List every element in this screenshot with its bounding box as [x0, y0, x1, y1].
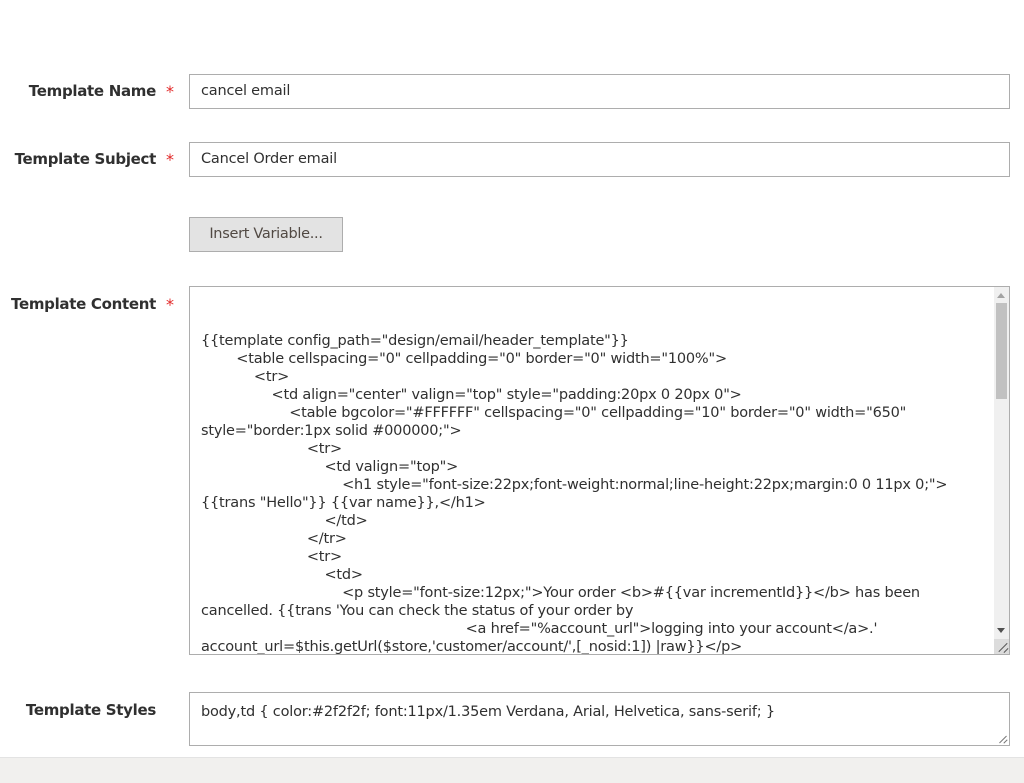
code-line: <tr> — [201, 549, 342, 565]
code-line: <table bgcolor="#FFFFFF" cellspacing="0"… — [201, 405, 911, 439]
vertical-scrollbar[interactable] — [994, 287, 1009, 639]
code-line: <td> — [201, 567, 363, 583]
code-line: <td valign="top"> — [201, 459, 459, 475]
code-line: {{template config_path="design/email/hea… — [201, 333, 629, 349]
template-styles-value: body,td { color:#2f2f2f; font:11px/1.35e… — [201, 704, 775, 720]
footer-bar — [0, 757, 1024, 783]
code-line: <p style="font-size:12px;">Your order <b… — [201, 585, 925, 619]
template-subject-label: Template Subject — [14, 150, 157, 168]
code-line: </td> — [201, 513, 368, 529]
code-line: <a href="%account_url">logging into your… — [201, 621, 882, 655]
template-name-row: Template Name * cancel email — [0, 74, 1024, 109]
code-line: <tr> — [201, 369, 290, 385]
code-line: <td align="center" valign="top" style="p… — [201, 387, 742, 403]
scroll-down-arrow-icon[interactable] — [997, 628, 1005, 633]
code-line: <tr> — [201, 441, 342, 457]
resize-handle-icon[interactable] — [994, 639, 1009, 654]
scroll-thumb[interactable] — [996, 303, 1007, 399]
required-asterisk: * — [166, 82, 174, 101]
template-subject-row: Template Subject * Cancel Order email — [0, 142, 1024, 177]
required-asterisk: * — [166, 295, 174, 314]
required-asterisk: * — [166, 150, 174, 169]
code-line: </tr> — [201, 531, 347, 547]
resize-handle-icon[interactable] — [998, 734, 1008, 744]
template-content-label: Template Content — [11, 295, 156, 313]
template-styles-label: Template Styles — [25, 701, 156, 719]
code-line: <h1 style="font-size:22px;font-weight:no… — [201, 477, 948, 511]
template-name-input[interactable]: cancel email — [189, 74, 1010, 109]
template-content-textarea[interactable]: {{template config_path="design/email/hea… — [189, 286, 1010, 655]
template-content-code: {{template config_path="design/email/hea… — [201, 332, 981, 655]
template-subject-input[interactable]: Cancel Order email — [189, 142, 1010, 177]
code-line: <table cellspacing="0" cellpadding="0" b… — [201, 351, 727, 367]
scroll-up-arrow-icon[interactable] — [997, 293, 1005, 298]
template-styles-textarea[interactable]: body,td { color:#2f2f2f; font:11px/1.35e… — [189, 692, 1010, 746]
insert-variable-button[interactable]: Insert Variable... — [189, 217, 343, 252]
template-name-label: Template Name — [28, 82, 157, 100]
